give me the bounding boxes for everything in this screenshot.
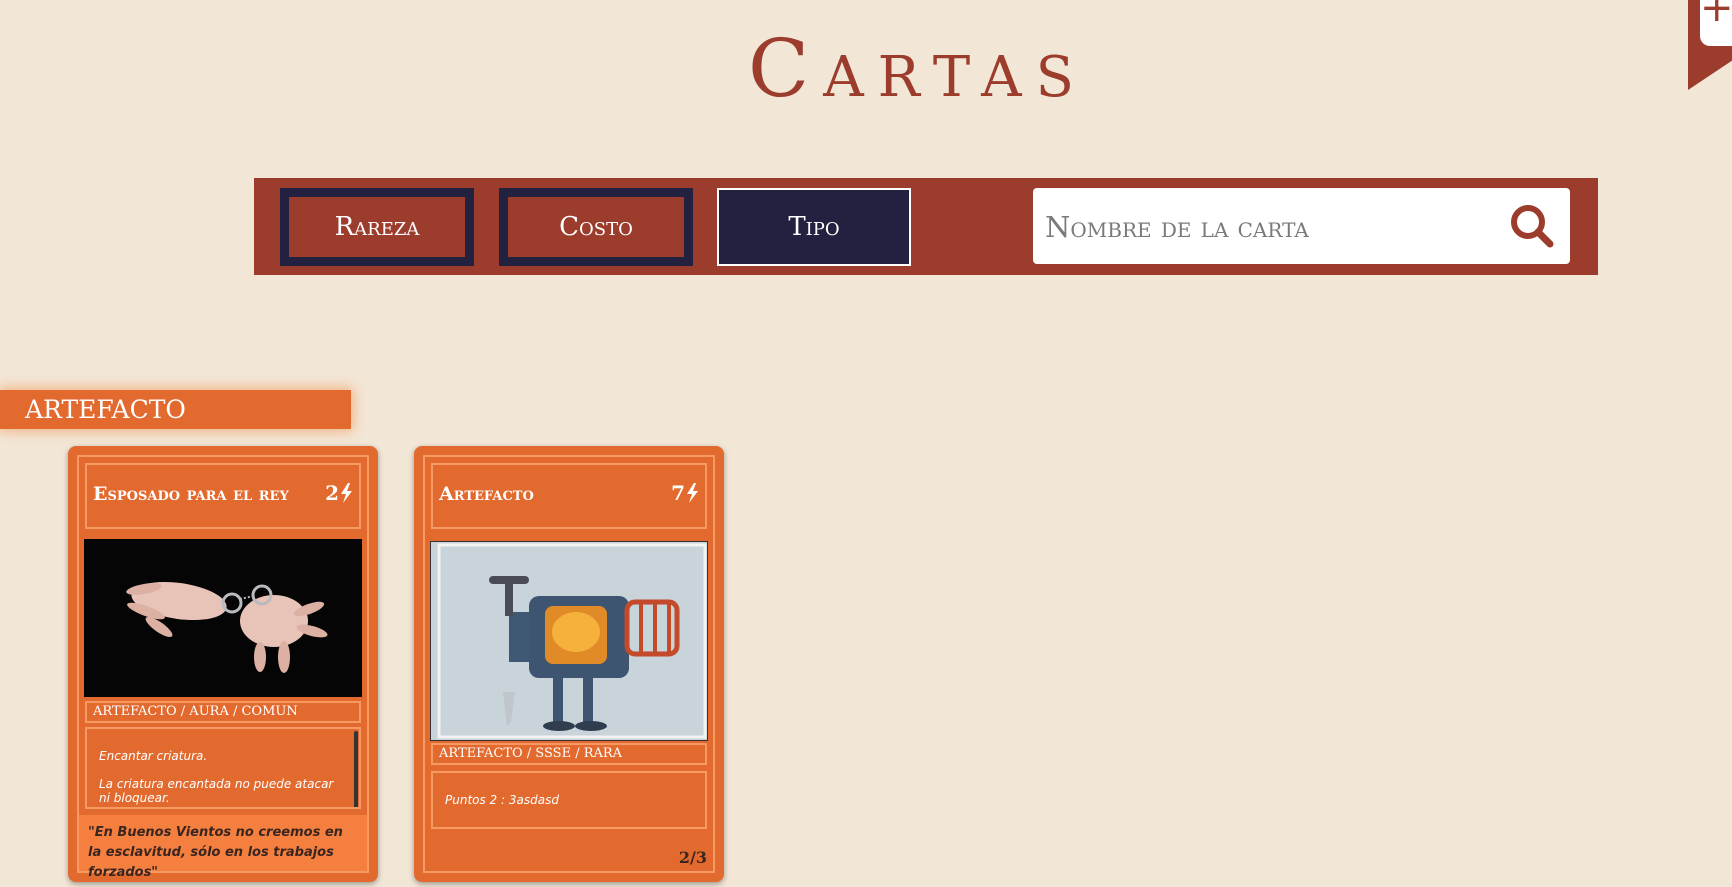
card[interactable]: Esposado para el rey 2 ARTEFACTO / AURA …: [68, 446, 378, 882]
lightning-bolt-icon: [341, 483, 352, 503]
card-frame: Artefacto 7 ARTEFACTO / SSSE / RARA Punt…: [423, 455, 715, 873]
filter-button-rareza[interactable]: Rareza: [280, 188, 474, 266]
search-input[interactable]: [1043, 196, 1497, 258]
scrollbar[interactable]: [354, 731, 358, 807]
card[interactable]: Artefacto 7 ARTEFACTO / SSSE / RARA Punt…: [414, 446, 724, 882]
card-cost: 7: [671, 481, 699, 505]
filter-bar: Rareza Costo Tipo: [254, 178, 1598, 275]
card-rules-line: La criatura encantada no puede atacar ni…: [99, 777, 334, 805]
card-image: [84, 539, 362, 697]
filter-button-tipo[interactable]: Tipo: [717, 188, 911, 266]
card-header: Artefacto 7: [431, 463, 707, 529]
lightning-bolt-icon: [687, 483, 698, 503]
plus-icon[interactable]: +: [1700, 0, 1732, 46]
search-box: [1033, 188, 1570, 264]
card-frame: Esposado para el rey 2 ARTEFACTO / AURA …: [77, 455, 369, 880]
card-cost-value: 2: [325, 481, 339, 505]
card-rules-text: Puntos 2 : 3asdasd: [431, 771, 707, 829]
handcuffed-hands-image: [84, 539, 362, 697]
card-image: [430, 541, 708, 741]
card-name: Artefacto: [439, 483, 534, 505]
card-rules-line: Puntos 2 : 3asdasd: [445, 793, 559, 807]
card-cost-value: 7: [671, 481, 685, 505]
card-header: Esposado para el rey 2: [85, 463, 361, 529]
card-flavor-text: "En Buenos Vientos no creemos en la escl…: [79, 815, 367, 880]
card-type-line: ARTEFACTO / AURA / COMUN: [85, 701, 361, 723]
card-type-line: ARTEFACTO / SSSE / RARA: [431, 743, 707, 765]
search-icon[interactable]: [1508, 202, 1556, 250]
card-name: Esposado para el rey: [93, 483, 289, 505]
card-rules-text[interactable]: Encantar criatura. La criatura encantada…: [85, 727, 361, 809]
page-title: Cartas: [748, 22, 1088, 115]
card-rules-line: Encantar criatura.: [99, 749, 208, 763]
section-banner: ARTEFACTO: [0, 390, 351, 429]
furnace-robot-image: [431, 542, 707, 740]
card-page-indicator[interactable]: 2/3: [679, 848, 707, 867]
card-cost: 2: [325, 481, 353, 505]
filter-button-costo[interactable]: Costo: [499, 188, 693, 266]
